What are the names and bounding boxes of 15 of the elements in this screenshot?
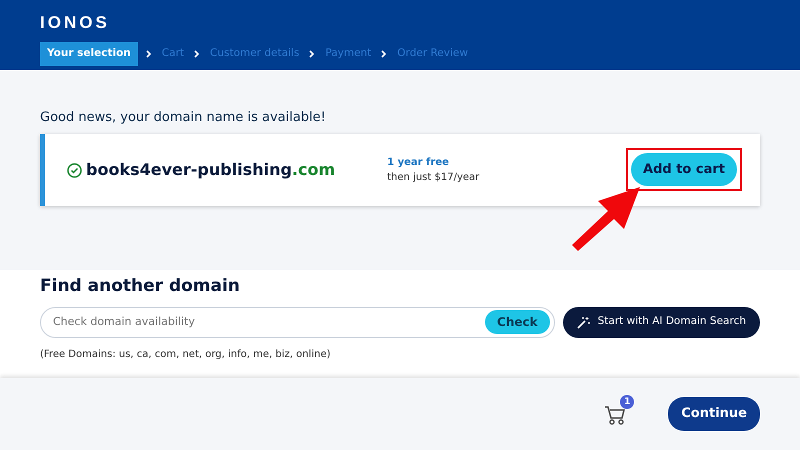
checkout-step[interactable]: Your selection [40,42,138,66]
continue-button[interactable]: Continue [668,397,760,431]
section-title: Find another domain [40,275,241,298]
add-to-cart-button[interactable]: Add to cart [631,152,737,186]
magic-wand-icon [576,316,590,328]
check-button[interactable]: Check [485,310,550,334]
logo: IONOS [40,12,111,34]
offer-text: 1 year free [387,156,450,170]
availability-message: Good news, your domain name is available! [40,109,327,127]
price-text: then just $17/year [387,170,480,184]
ai-search-button[interactable]: Start with AI Domain Search [562,306,760,338]
domain-search-field[interactable]: Check domain availability Check [40,306,555,338]
cart-count-badge: 1 [620,395,634,409]
domain-name: books4ever-publishing.com [86,158,336,180]
free-domains-note: (Free Domains: us, ca, com, net, org, info, me, biz, online) [40,348,332,362]
